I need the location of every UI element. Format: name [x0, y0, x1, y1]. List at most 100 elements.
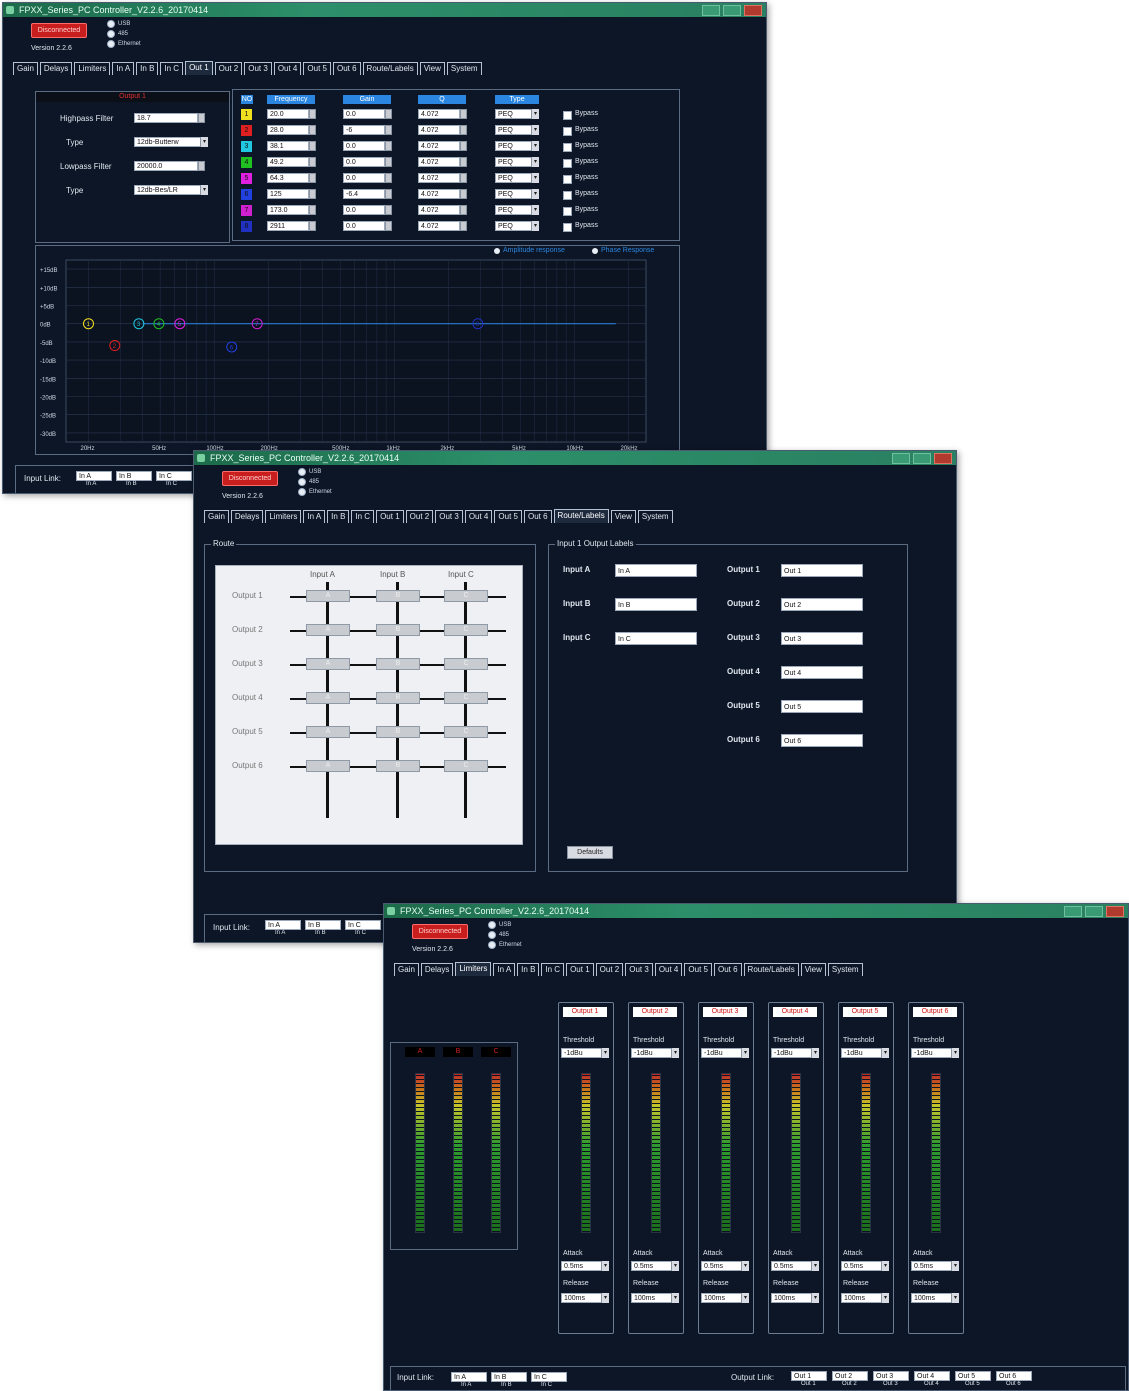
output-link-field[interactable]: Out 5 [955, 1371, 991, 1381]
maximize-icon[interactable] [1085, 906, 1103, 917]
bypass-checkbox[interactable] [563, 175, 572, 184]
eq-freq-spinner[interactable] [309, 173, 316, 183]
chevron-down-icon[interactable]: ▾ [531, 221, 539, 231]
tab-delays[interactable]: Delays [230, 510, 264, 523]
radio-ethernet[interactable]: Ethernet [488, 940, 522, 950]
route-matrix-button[interactable]: A [306, 590, 350, 602]
tab-in-b[interactable]: In B [136, 62, 159, 75]
eq-gain-spinner[interactable] [385, 109, 392, 119]
chevron-down-icon[interactable]: ▾ [531, 109, 539, 119]
eq-q-spinner[interactable] [460, 141, 467, 151]
tab-out-3[interactable]: Out 3 [435, 510, 463, 523]
eq-freq-input[interactable]: 173.0 [267, 205, 309, 215]
tab-system[interactable]: System [637, 510, 673, 523]
eq-gain-input[interactable]: 0.0 [343, 205, 385, 215]
disconnect-button[interactable]: Disconnected [222, 471, 278, 486]
close-icon[interactable] [934, 453, 952, 464]
bypass-checkbox[interactable] [563, 143, 572, 152]
eq-freq-input[interactable]: 49.2 [267, 157, 309, 167]
tab-gain[interactable]: Gain [13, 62, 38, 75]
bypass-checkbox[interactable] [563, 191, 572, 200]
route-matrix-button[interactable]: C [444, 760, 488, 772]
eq-q-input[interactable]: 4.072 [418, 205, 460, 215]
tab-in-c[interactable]: In C [351, 510, 375, 523]
eq-freq-input[interactable]: 125 [267, 189, 309, 199]
chevron-down-icon[interactable]: ▾ [671, 1293, 679, 1303]
tab-in-c[interactable]: In C [160, 62, 184, 75]
window-title-bar[interactable]: FPXX_Series_PC Controller_V2.2.6_2017041… [384, 904, 1128, 918]
eq-q-input[interactable]: 4.072 [418, 173, 460, 183]
chevron-down-icon[interactable]: ▾ [531, 125, 539, 135]
output-label-field[interactable]: Out 4 [781, 666, 863, 679]
eq-q-input[interactable]: 4.072 [418, 157, 460, 167]
eq-gain-spinner[interactable] [385, 221, 392, 231]
output-link-field[interactable]: Out 4 [914, 1371, 950, 1381]
input-link-field[interactable]: In A [76, 471, 112, 481]
input-link-field[interactable]: In B [305, 920, 341, 930]
tab-out-3[interactable]: Out 3 [244, 62, 272, 75]
chevron-down-icon[interactable]: ▾ [951, 1293, 959, 1303]
route-matrix-button[interactable]: C [444, 624, 488, 636]
eq-gain-spinner[interactable] [385, 125, 392, 135]
minimize-icon[interactable] [1064, 906, 1082, 917]
output-label-field[interactable]: Out 6 [781, 734, 863, 747]
tab-route-labels[interactable]: Route/Labels [362, 62, 418, 75]
tab-out-2[interactable]: Out 2 [595, 963, 624, 976]
chevron-down-icon[interactable]: ▾ [671, 1261, 679, 1271]
chevron-down-icon[interactable]: ▾ [601, 1293, 609, 1303]
bypass-checkbox[interactable] [563, 159, 572, 168]
eq-gain-spinner[interactable] [385, 189, 392, 199]
route-matrix-button[interactable]: A [306, 658, 350, 670]
radio-485[interactable]: 485 [298, 477, 332, 487]
eq-freq-spinner[interactable] [309, 205, 316, 215]
disconnect-button[interactable]: Disconnected [412, 924, 468, 939]
maximize-icon[interactable] [913, 453, 931, 464]
route-matrix-button[interactable]: A [306, 726, 350, 738]
disconnect-button[interactable]: Disconnected [31, 23, 87, 38]
chevron-down-icon[interactable]: ▾ [531, 189, 539, 199]
eq-gain-input[interactable]: 0.0 [343, 221, 385, 231]
input-label-field[interactable]: In A [615, 564, 697, 577]
eq-gain-input[interactable]: 0.0 [343, 173, 385, 183]
tab-view[interactable]: View [610, 510, 636, 523]
tab-out-6[interactable]: Out 6 [332, 62, 361, 75]
tab-out-4[interactable]: Out 4 [464, 510, 493, 523]
tab-gain[interactable]: Gain [204, 510, 229, 523]
route-matrix-button[interactable]: B [376, 590, 420, 602]
route-matrix-button[interactable]: C [444, 726, 488, 738]
tab-in-b[interactable]: In B [327, 510, 350, 523]
bypass-checkbox[interactable] [563, 111, 572, 120]
tab-out-1[interactable]: Out 1 [376, 510, 404, 523]
chevron-down-icon[interactable]: ▾ [531, 157, 539, 167]
output-label-field[interactable]: Out 2 [781, 598, 863, 611]
chevron-down-icon[interactable]: ▾ [951, 1261, 959, 1271]
route-matrix-button[interactable]: B [376, 760, 420, 772]
eq-q-input[interactable]: 4.072 [418, 221, 460, 231]
chevron-down-icon[interactable]: ▾ [881, 1048, 889, 1058]
tab-out-2[interactable]: Out 2 [214, 62, 243, 75]
eq-q-input[interactable]: 4.072 [418, 189, 460, 199]
eq-freq-spinner[interactable] [309, 125, 316, 135]
phase-radio[interactable]: Phase Response [592, 247, 654, 254]
type1-select[interactable]: 12db-Butterw [134, 137, 208, 147]
tab-in-b[interactable]: In B [517, 963, 540, 976]
chevron-down-icon[interactable]: ▾ [811, 1261, 819, 1271]
chevron-down-icon[interactable]: ▾ [951, 1048, 959, 1058]
eq-q-spinner[interactable] [460, 189, 467, 199]
tab-out-4[interactable]: Out 4 [654, 963, 683, 976]
chevron-down-icon[interactable]: ▾ [531, 141, 539, 151]
route-matrix-button[interactable]: C [444, 590, 488, 602]
chevron-down-icon[interactable]: ▾ [671, 1048, 679, 1058]
radio-485[interactable]: 485 [488, 930, 522, 940]
chevron-down-icon[interactable]: ▾ [811, 1293, 819, 1303]
input-link-field[interactable]: In A [451, 1372, 487, 1382]
radio-ethernet[interactable]: Ethernet [107, 39, 141, 49]
tab-route-labels[interactable]: Route/Labels [743, 963, 799, 976]
lowpass-spinner[interactable] [198, 161, 205, 171]
output-link-field[interactable]: Out 1 [791, 1371, 827, 1381]
chevron-down-icon[interactable]: ▾ [881, 1261, 889, 1271]
output-link-field[interactable]: Out 6 [996, 1371, 1032, 1381]
chevron-down-icon[interactable]: ▾ [811, 1048, 819, 1058]
eq-gain-spinner[interactable] [385, 157, 392, 167]
output-label-field[interactable]: Out 5 [781, 700, 863, 713]
